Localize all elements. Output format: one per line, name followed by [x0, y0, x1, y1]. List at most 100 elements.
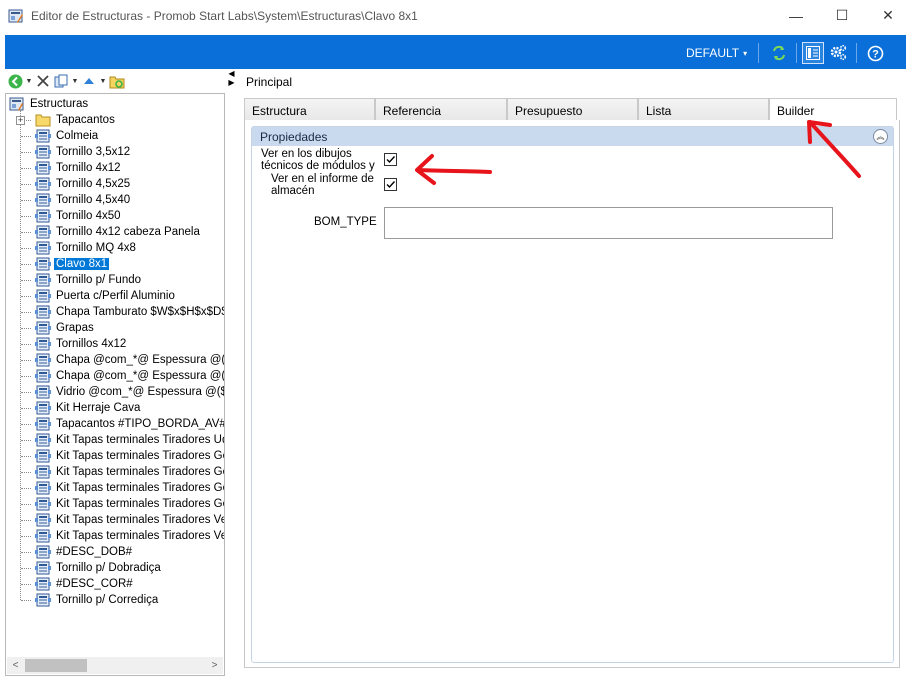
tree-connector-line: [21, 392, 31, 393]
settings-button[interactable]: [829, 44, 847, 62]
minimize-button[interactable]: —: [773, 0, 819, 31]
close-button[interactable]: ✕: [865, 0, 911, 31]
help-button[interactable]: ?: [866, 44, 884, 62]
structure-icon: [35, 561, 51, 575]
maximize-button[interactable]: ☐: [819, 0, 865, 31]
tree-item[interactable]: Kit Tapas terminales Tiradores Vers: [35, 528, 224, 544]
toolbar-divider: [796, 43, 797, 63]
tree-connector-line: [21, 456, 31, 457]
profile-label: DEFAULT: [686, 46, 740, 60]
tree-item[interactable]: Chapa @com_*@ Espessura @($H: [35, 352, 224, 368]
scrollbar-thumb[interactable]: [25, 659, 87, 672]
tree-connector-line: [21, 408, 31, 409]
tree-item[interactable]: #DESC_COR#: [35, 576, 135, 592]
tree-connector-line: [21, 472, 31, 473]
tree-item-label: Chapa @com_*@ Espessura @($H: [56, 370, 225, 382]
tree-item[interactable]: Kit Tapas terminales Tiradores Go: [35, 496, 224, 512]
tree-item-label: Colmeia: [56, 130, 99, 142]
tree-item[interactable]: Chapa @com_*@ Espessura @($H: [35, 368, 225, 384]
main-toolbar: DEFAULT ▾ ?: [5, 35, 906, 69]
tree-item-label: Kit Tapas terminales Tiradores Go: [56, 466, 225, 478]
tree-item[interactable]: Puerta c/Perfil Aluminio: [35, 288, 177, 304]
tree-item[interactable]: Tornillo 4,5x25: [35, 176, 132, 192]
layout-button[interactable]: [802, 42, 824, 64]
tree-connector-line: [21, 168, 31, 169]
tree-item-label: #DESC_DOB#: [56, 546, 133, 558]
tree-connector-line: [21, 552, 31, 553]
collapse-button[interactable]: ︽: [873, 129, 888, 144]
collapse-left-icon: ◀: [228, 69, 235, 78]
tree-item[interactable]: Tornillos 4x12: [35, 336, 128, 352]
tree-item[interactable]: Kit Tapas terminales Tiradores Ver: [35, 512, 224, 528]
double-chevron-up-icon: ︽: [876, 132, 885, 141]
tree-item[interactable]: Tornillo 4,5x40: [35, 192, 132, 208]
tree-item[interactable]: Colmeia: [35, 128, 100, 144]
tree-item[interactable]: Tornillo p/ Fundo: [35, 272, 143, 288]
show-in-drawings-checkbox[interactable]: [384, 153, 397, 166]
chevron-down-icon[interactable]: ▼: [25, 78, 33, 85]
tree-item[interactable]: Chapa Tamburato $W$x$H$x$D$m: [35, 304, 224, 320]
tab-estructura[interactable]: Estructura: [244, 98, 375, 120]
tree-item-label: Tornillo p/ Fundo: [56, 274, 142, 286]
tree-item-label: Tornillo p/ Corrediça: [56, 594, 159, 606]
structure-icon: [35, 257, 51, 271]
tree-connector-line: [21, 312, 31, 313]
structure-icon: [35, 593, 51, 607]
settings-gears-icon: [830, 44, 847, 61]
structure-icon: [35, 497, 51, 511]
back-button[interactable]: [7, 73, 23, 89]
structure-tree[interactable]: Estructuras + Tapacantos Colmeia Tornillo 3…: [5, 93, 225, 676]
tree-item[interactable]: Grapas: [35, 320, 96, 336]
bom-type-input[interactable]: [384, 207, 833, 239]
tab-presupuesto[interactable]: Presupuesto: [507, 98, 638, 120]
tree-connector-line: [21, 152, 31, 153]
properties-title: Propiedades: [260, 130, 328, 144]
refresh-button[interactable]: [770, 44, 788, 62]
tab-builder[interactable]: Builder: [769, 98, 897, 121]
tab-lista[interactable]: Lista: [638, 98, 769, 120]
structure-icon: [35, 145, 51, 159]
tree-item[interactable]: Kit Tapas terminales Tiradores Go: [35, 448, 224, 464]
tree-root-label: Estructuras: [30, 98, 89, 110]
tree-item[interactable]: Tornillo p/ Corrediça: [35, 592, 160, 608]
tree-item[interactable]: Tornillo 4x50: [35, 208, 123, 224]
move-up-button[interactable]: [81, 73, 97, 89]
tree-item[interactable]: Tornillo 3,5x12: [35, 144, 132, 160]
tree-item[interactable]: Kit Tapas terminales Tiradores Go: [35, 464, 225, 480]
tab-referencia[interactable]: Referencia: [375, 98, 507, 120]
tree-item[interactable]: Tornillo 4x12: [35, 160, 123, 176]
tree-item[interactable]: Kit Tapas terminales Tiradores Ud: [35, 432, 224, 448]
horizontal-scrollbar[interactable]: < >: [7, 657, 223, 674]
tree-root[interactable]: Estructuras: [9, 96, 90, 112]
tree-item[interactable]: Kit Herraje Cava: [35, 400, 142, 416]
delete-button[interactable]: [35, 73, 51, 89]
tree-item[interactable]: Tapacantos #TIPO_BORDA_AV# $: [35, 416, 224, 432]
tree-item-label: Kit Herraje Cava: [56, 402, 141, 414]
tree-item[interactable]: #DESC_DOB#: [35, 544, 134, 560]
profile-dropdown[interactable]: DEFAULT ▾: [686, 46, 747, 60]
properties-header[interactable]: Propiedades ︽: [252, 127, 893, 146]
scroll-right-button[interactable]: >: [206, 657, 223, 674]
tree-folder-item[interactable]: Tapacantos: [35, 112, 117, 128]
chevron-down-icon[interactable]: ▼: [71, 78, 79, 85]
structure-icon: [35, 529, 51, 543]
toolbar-divider: [758, 43, 759, 63]
expand-icon[interactable]: +: [16, 116, 25, 125]
tree-item[interactable]: Kit Tapas terminales Tiradores Go: [35, 480, 224, 496]
chevron-down-icon[interactable]: ▼: [99, 78, 107, 85]
copy-button[interactable]: [53, 73, 69, 89]
folder-refresh-button[interactable]: [109, 73, 125, 89]
tree-item[interactable]: Tornillo p/ Dobradiça: [35, 560, 163, 576]
tree-item[interactable]: Tornillo MQ 4x8: [35, 240, 138, 256]
folder-refresh-icon: [109, 76, 125, 88]
scroll-left-button[interactable]: <: [7, 657, 24, 674]
show-in-storage-checkbox[interactable]: [384, 178, 397, 191]
tree-item[interactable]: Tornillo 4x12 cabeza Panela: [35, 224, 202, 240]
structure-icon: [35, 417, 51, 431]
tree-item[interactable]: Clavo 8x1: [35, 256, 110, 272]
structure-icon: [35, 209, 51, 223]
close-icon: ✕: [882, 7, 894, 23]
tree-item[interactable]: Vidrio @com_*@ Espessura @($H: [35, 384, 224, 400]
structure-icon: [35, 321, 51, 335]
splitter-toggle[interactable]: ◀ ▶: [227, 69, 236, 89]
